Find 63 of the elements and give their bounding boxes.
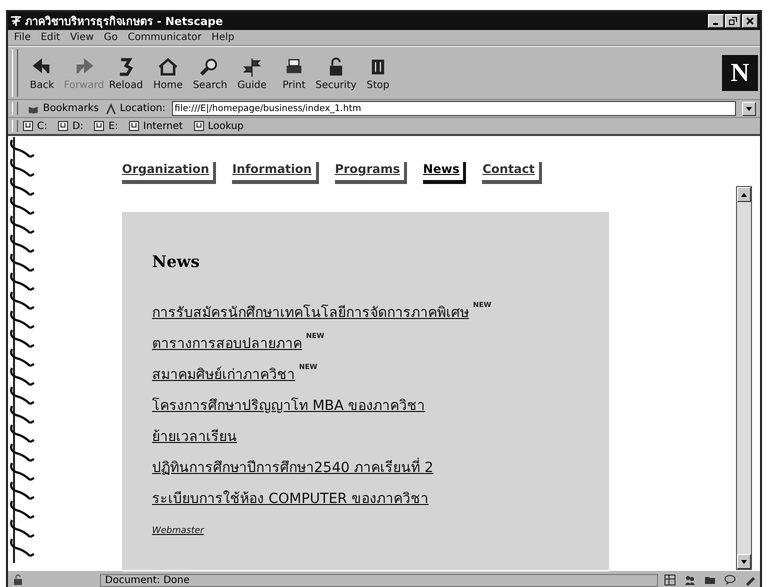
menu-item[interactable]: Edit bbox=[40, 32, 60, 43]
menu-item[interactable]: File bbox=[14, 32, 31, 43]
restore-icon bbox=[729, 17, 737, 25]
scrollbar[interactable] bbox=[736, 186, 752, 570]
down-arrow-icon bbox=[740, 558, 748, 566]
location-field[interactable]: file:///E|/homepage/business/index_1.htm bbox=[172, 101, 736, 116]
bookmark-button[interactable]: E: bbox=[93, 120, 118, 132]
toolbar-icon bbox=[241, 56, 263, 78]
menu-item[interactable]: Go bbox=[104, 32, 118, 43]
nav-tab[interactable]: Programs bbox=[334, 162, 408, 184]
bookmark-button[interactable]: D: bbox=[57, 120, 84, 132]
toolbar-button[interactable]: Security bbox=[316, 54, 356, 92]
page-icon bbox=[128, 120, 140, 132]
close-icon bbox=[746, 17, 754, 25]
logo: N bbox=[722, 55, 758, 91]
bookmark-button[interactable]: Internet bbox=[128, 120, 183, 132]
lock-icon bbox=[12, 574, 24, 586]
close-button[interactable] bbox=[742, 14, 758, 28]
bookmark-button[interactable]: Lookup bbox=[192, 120, 244, 132]
toolbar-button[interactable]: Home bbox=[148, 54, 188, 92]
page-icon bbox=[22, 120, 34, 132]
news-link[interactable]: ย้ายเวลาเรียน bbox=[152, 425, 237, 447]
app-icon bbox=[10, 15, 22, 27]
page-icon bbox=[93, 120, 106, 132]
people-icon bbox=[684, 574, 696, 586]
location-label: Location: bbox=[104, 102, 166, 114]
toolbar-button[interactable]: Reload bbox=[106, 54, 146, 92]
toolbar-button[interactable]: Search bbox=[190, 54, 230, 92]
news-link[interactable]: โครงการศึกษาปริญญาโท MBA ของภาควิชา bbox=[152, 394, 426, 416]
toolbar-button[interactable]: Print bbox=[274, 54, 314, 92]
page-icon bbox=[57, 120, 70, 132]
toolbar-button[interactable]: Stop bbox=[358, 54, 398, 92]
pen-icon bbox=[744, 574, 756, 586]
window-title: ภาควิชาบริหารธุรกิจเกษตร - Netscape bbox=[25, 14, 224, 30]
news-heading: News bbox=[152, 252, 201, 271]
bookmark-button[interactable]: C: bbox=[22, 120, 48, 132]
toolbar-button[interactable]: Back bbox=[22, 54, 62, 92]
nav-tab[interactable]: Information bbox=[232, 162, 319, 184]
caret-icon bbox=[745, 104, 753, 112]
toolbar-button[interactable]: Guide bbox=[232, 54, 272, 92]
news-link[interactable]: สมาคมศิษย์เก่าภาควิชา bbox=[152, 363, 295, 385]
speech-bubble-icon bbox=[724, 574, 736, 586]
menu-item[interactable]: Communicator bbox=[128, 32, 202, 43]
status-text: Document: Done bbox=[100, 574, 658, 586]
bookmarks-button[interactable]: Bookmarks bbox=[28, 102, 99, 114]
minimize-button[interactable] bbox=[708, 14, 724, 28]
webmaster-link[interactable]: Webmaster bbox=[152, 526, 204, 536]
up-arrow-icon bbox=[740, 190, 748, 198]
dropdown-button[interactable] bbox=[742, 102, 756, 116]
nav-tab[interactable]: Contact bbox=[482, 162, 542, 184]
folder-icon bbox=[704, 574, 716, 586]
grid-icon bbox=[664, 574, 676, 586]
menu-item[interactable]: Help bbox=[212, 32, 234, 43]
toolbar-icon bbox=[157, 56, 179, 78]
news-link[interactable]: การรับสมัครนักศึกษาเทคโนโลยีการจัดการภาคพิเศษ bbox=[152, 301, 469, 323]
page-icon bbox=[192, 120, 205, 132]
news-link[interactable]: ระเบียบการใช้ห้อง COMPUTER ของภาควิชา bbox=[152, 487, 429, 509]
menu-item[interactable]: View bbox=[70, 32, 94, 43]
nav-tab[interactable]: Organization bbox=[122, 162, 216, 184]
nav-tab[interactable]: News bbox=[423, 162, 466, 184]
news-link[interactable]: ตารางการสอบปลายภาค bbox=[152, 332, 302, 354]
restore-button[interactable] bbox=[725, 14, 741, 28]
news-link[interactable]: ปฏิทินการศึกษาปีการศึกษา2540 ภาคเรียนที่ 2 bbox=[152, 456, 434, 478]
